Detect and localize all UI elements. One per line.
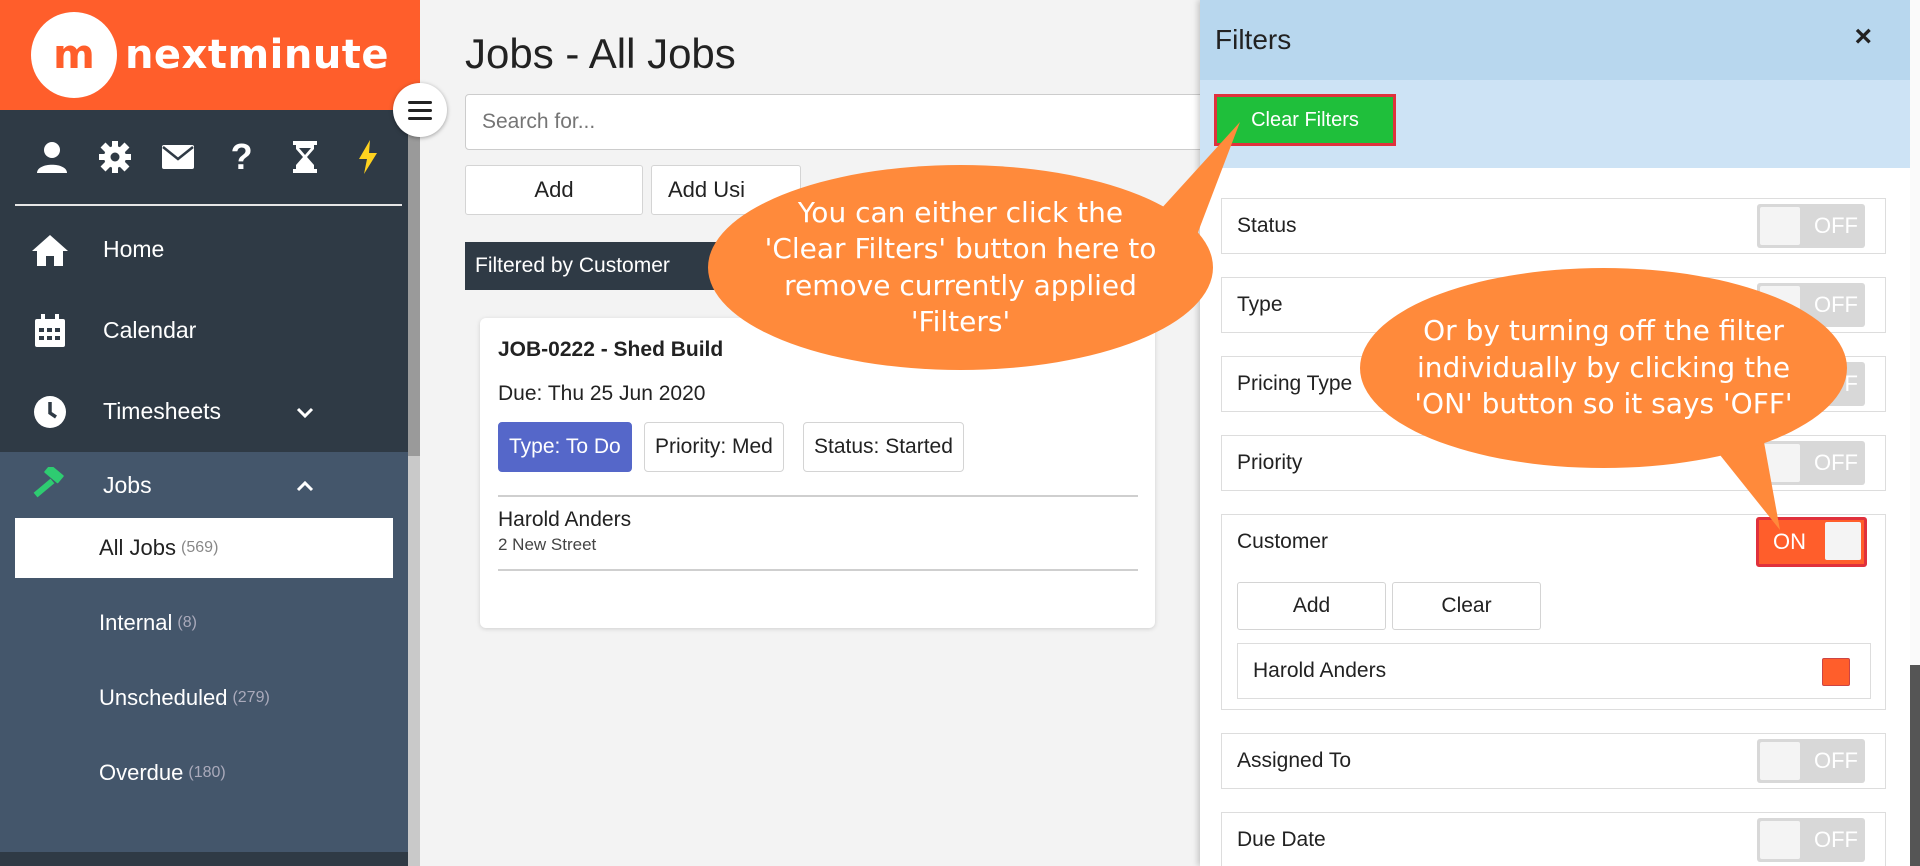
panel-scrollbar-track[interactable] <box>1910 0 1920 665</box>
filter-label: Status <box>1237 214 1297 237</box>
sidebar: m nextminute ? Home Calendar Timesheets … <box>0 0 420 866</box>
job-priority-tag: Priority: Med <box>644 422 784 472</box>
job-customer-address: 2 New Street <box>498 535 597 554</box>
nav-jobs[interactable]: Jobs <box>0 452 420 518</box>
bolt-icon[interactable] <box>348 137 388 177</box>
customer-toggle[interactable]: ON <box>1756 517 1867 567</box>
toggle-state: OFF <box>1814 292 1858 317</box>
sub-item-count: (279) <box>232 689 270 706</box>
search-input[interactable] <box>465 94 1225 150</box>
question-icon[interactable]: ? <box>222 136 262 177</box>
job-status-tag: Status: Started <box>803 422 964 472</box>
chevron-up-icon[interactable] <box>296 472 314 498</box>
user-icon[interactable] <box>32 137 72 177</box>
toggle-knob <box>1825 522 1861 560</box>
clock-icon <box>26 395 74 429</box>
customer-clear-button[interactable]: Clear <box>1392 582 1541 630</box>
filter-label: Assigned To <box>1237 749 1352 772</box>
nav-home-label: Home <box>103 236 165 262</box>
callout-clear-filters-text: You can either click the 'Clear Filters'… <box>764 195 1157 338</box>
job-title[interactable]: JOB-0222 - Shed Build <box>498 338 723 362</box>
sub-item-unscheduled[interactable]: Unscheduled (279) <box>15 668 393 728</box>
hamburger-icon <box>408 100 432 104</box>
toggle-state: OFF <box>1814 748 1858 773</box>
priority-toggle[interactable]: OFF <box>1757 441 1865 485</box>
sub-item-count: (569) <box>181 539 219 556</box>
jobs-section: Jobs All Jobs (569) Internal (8) Unsched… <box>0 452 420 852</box>
sidebar-scrollbar-track[interactable] <box>408 456 420 866</box>
sub-item-label: Unscheduled <box>99 685 228 710</box>
filters-actions: Clear Filters <box>1200 80 1920 168</box>
clear-filters-button[interactable]: Clear Filters <box>1214 94 1396 146</box>
menu-toggle-button[interactable] <box>393 83 447 137</box>
filter-label: Customer <box>1237 530 1329 553</box>
page-title: Jobs - All Jobs <box>465 30 736 77</box>
toggle-knob <box>1760 444 1800 482</box>
nav-timesheets[interactable]: Timesheets <box>0 371 420 452</box>
sidebar-scrollbar-thumb[interactable] <box>408 110 420 456</box>
toggle-knob <box>1760 742 1800 780</box>
nav-calendar-label: Calendar <box>103 317 197 343</box>
sub-item-label: Overdue <box>99 760 184 785</box>
toggle-knob <box>1760 207 1800 245</box>
filter-label: Priority <box>1237 451 1303 474</box>
sub-item-count: (8) <box>177 614 197 631</box>
assigned-to-toggle[interactable]: OFF <box>1757 739 1865 783</box>
job-due-date: Due: Thu 25 Jun 2020 <box>498 382 706 405</box>
toggle-state: OFF <box>1814 450 1858 475</box>
sub-item-label: All Jobs <box>99 535 177 560</box>
job-type-tag: Type: To Do <box>498 422 632 472</box>
sub-item-label: Internal <box>99 610 173 635</box>
selected-customer-name: Harold Anders <box>1253 659 1387 682</box>
hourglass-icon[interactable] <box>285 137 325 177</box>
envelope-icon[interactable] <box>158 137 198 177</box>
filters-title: Filters <box>1215 24 1292 55</box>
brand-name: nextminute <box>124 32 390 78</box>
calendar-icon <box>26 313 74 348</box>
filters-header: Filters × <box>1200 0 1920 80</box>
toggle-state: OFF <box>1814 213 1858 238</box>
gear-icon[interactable] <box>95 137 135 177</box>
toggle-state: ON <box>1773 529 1806 554</box>
status-toggle[interactable]: OFF <box>1757 204 1865 248</box>
toolbar-divider <box>15 204 402 206</box>
filter-label: Due Date <box>1237 828 1326 851</box>
callout-toggle-off-text: Or by turning off the filter individuall… <box>1414 314 1793 421</box>
sub-item-overdue[interactable]: Overdue (180) <box>15 743 393 803</box>
brand-header[interactable]: m nextminute <box>0 0 420 110</box>
nav-calendar[interactable]: Calendar <box>0 290 420 371</box>
sub-item-count: (180) <box>188 764 226 781</box>
filter-label: Pricing Type <box>1237 372 1353 395</box>
nav-timesheets-label: Timesheets <box>103 398 222 424</box>
customer-add-button[interactable]: Add <box>1237 582 1386 630</box>
sidebar-toolbar: ? <box>0 110 420 204</box>
due-date-toggle[interactable]: OFF <box>1757 818 1865 862</box>
selected-customer: Harold Anders <box>1237 643 1871 699</box>
toggle-knob <box>1760 821 1800 859</box>
filter-label: Type <box>1237 293 1283 316</box>
callout-toggle-off: Or by turning off the filter individuall… <box>1360 268 1847 468</box>
nav-jobs-label: Jobs <box>103 471 152 498</box>
job-customer-name: Harold Anders <box>498 508 632 531</box>
nav-home[interactable]: Home <box>0 209 420 290</box>
chevron-down-icon[interactable] <box>296 399 314 425</box>
job-card[interactable]: JOB-0222 - Shed Build Due: Thu 25 Jun 20… <box>480 318 1155 628</box>
close-icon[interactable]: × <box>1854 20 1872 54</box>
sub-item-all-jobs[interactable]: All Jobs (569) <box>15 518 393 578</box>
callout-clear-filters: You can either click the 'Clear Filters'… <box>708 165 1213 370</box>
logo-icon: m <box>30 12 117 98</box>
gavel-icon <box>26 467 74 503</box>
home-icon <box>26 233 74 267</box>
sub-item-internal[interactable]: Internal (8) <box>15 593 393 653</box>
card-divider <box>498 495 1138 497</box>
panel-scrollbar-thumb[interactable] <box>1910 665 1920 866</box>
toggle-state: OFF <box>1814 827 1858 852</box>
card-divider <box>498 569 1138 571</box>
remove-customer-button[interactable] <box>1822 658 1850 686</box>
add-job-button[interactable]: Add <box>465 165 643 215</box>
